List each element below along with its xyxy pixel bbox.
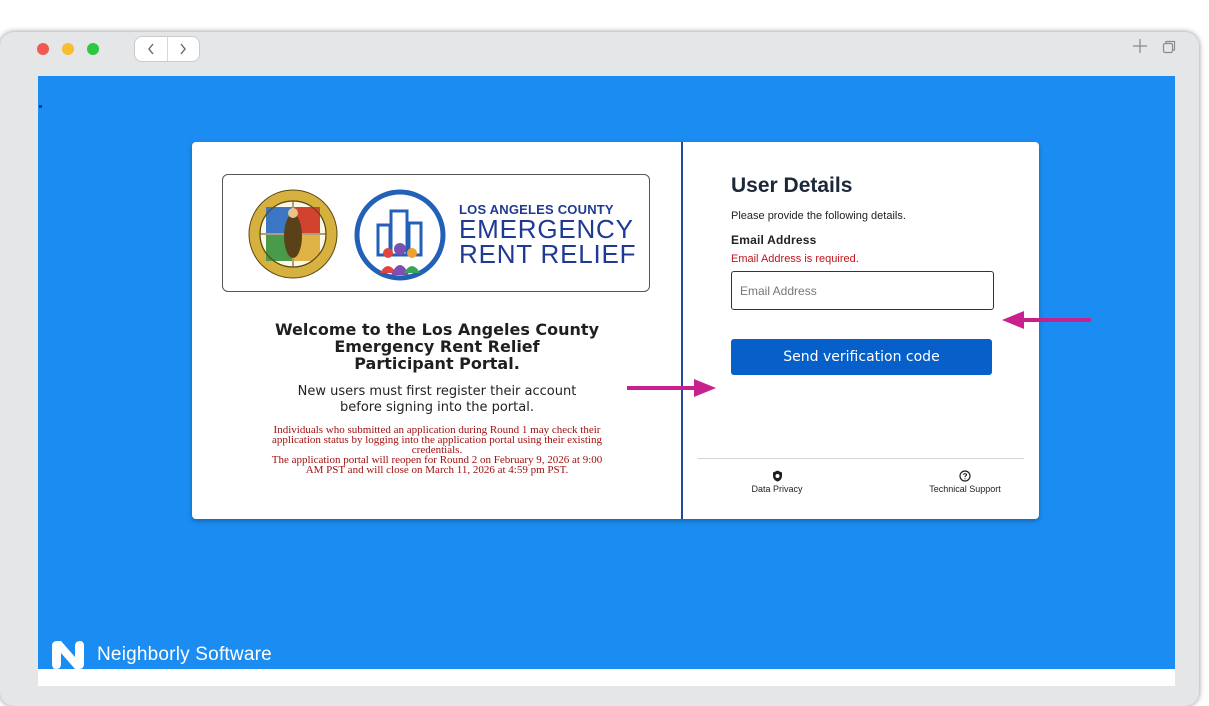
welcome-title-line: Participant Portal. bbox=[354, 354, 520, 373]
user-details-title: User Details bbox=[731, 174, 853, 197]
page-viewport: LOS ANGELES COUNTY EMERGENCY RENT RELIEF… bbox=[38, 76, 1175, 686]
back-button[interactable] bbox=[135, 37, 167, 61]
arrow-pointing-to-email-field bbox=[1002, 311, 1091, 329]
shield-icon bbox=[772, 470, 782, 482]
card-divider bbox=[681, 142, 683, 519]
user-details-description: Please provide the following details. bbox=[731, 210, 906, 222]
welcome-subtitle: New users must first register their acco… bbox=[222, 384, 652, 416]
logo-rent-relief-text: RENT RELIEF bbox=[459, 239, 637, 269]
browser-window: LOS ANGELES COUNTY EMERGENCY RENT RELIEF… bbox=[0, 32, 1199, 706]
welcome-title-line: Emergency Rent Relief bbox=[334, 337, 540, 356]
page-footer-strip bbox=[38, 669, 1175, 686]
neighborly-logo-icon bbox=[52, 641, 84, 669]
help-circle-icon bbox=[959, 470, 971, 482]
chevron-left-icon bbox=[147, 43, 154, 55]
round-notice: Individuals who submitted an application… bbox=[222, 425, 652, 476]
program-logo: LOS ANGELES COUNTY EMERGENCY RENT RELIEF bbox=[222, 174, 650, 292]
brand-name: Neighborly Software bbox=[97, 644, 272, 665]
send-verification-code-button[interactable]: Send verification code bbox=[731, 339, 992, 375]
forward-button[interactable] bbox=[166, 37, 200, 61]
history-nav bbox=[134, 36, 200, 62]
plus-icon[interactable] bbox=[1132, 38, 1148, 54]
emergency-rent-relief-emblem-icon bbox=[354, 189, 446, 281]
notice-line: AM PST and will close on March 11, 2026 … bbox=[305, 464, 569, 476]
county-seal-icon bbox=[248, 189, 338, 279]
data-privacy-label: Data Privacy bbox=[751, 484, 803, 494]
data-privacy-link[interactable]: Data Privacy bbox=[747, 470, 807, 494]
welcome-subtitle-line: before signing into the portal. bbox=[340, 400, 534, 415]
welcome-title-line: Welcome to the Los Angeles County bbox=[274, 320, 600, 339]
welcome-title: Welcome to the Los Angeles County Emerge… bbox=[222, 321, 652, 372]
page-artifact bbox=[39, 105, 42, 108]
arrow-pointing-to-send-button bbox=[627, 379, 716, 397]
email-label: Email Address bbox=[731, 233, 817, 247]
email-error-message: Email Address is required. bbox=[731, 253, 859, 265]
minimize-window-button[interactable] bbox=[62, 43, 74, 55]
email-field[interactable] bbox=[731, 271, 994, 310]
close-window-button[interactable] bbox=[37, 43, 49, 55]
technical-support-link[interactable]: Technical Support bbox=[920, 470, 1010, 494]
technical-support-label: Technical Support bbox=[929, 484, 1001, 494]
tabs-icon[interactable] bbox=[1162, 40, 1176, 54]
chevron-right-icon bbox=[180, 43, 187, 55]
welcome-subtitle-line: New users must first register their acco… bbox=[297, 384, 577, 399]
maximize-window-button[interactable] bbox=[87, 43, 99, 55]
neighborly-brand: Neighborly Software bbox=[52, 641, 272, 669]
footer-divider bbox=[698, 458, 1024, 459]
login-card: LOS ANGELES COUNTY EMERGENCY RENT RELIEF… bbox=[192, 142, 1039, 519]
